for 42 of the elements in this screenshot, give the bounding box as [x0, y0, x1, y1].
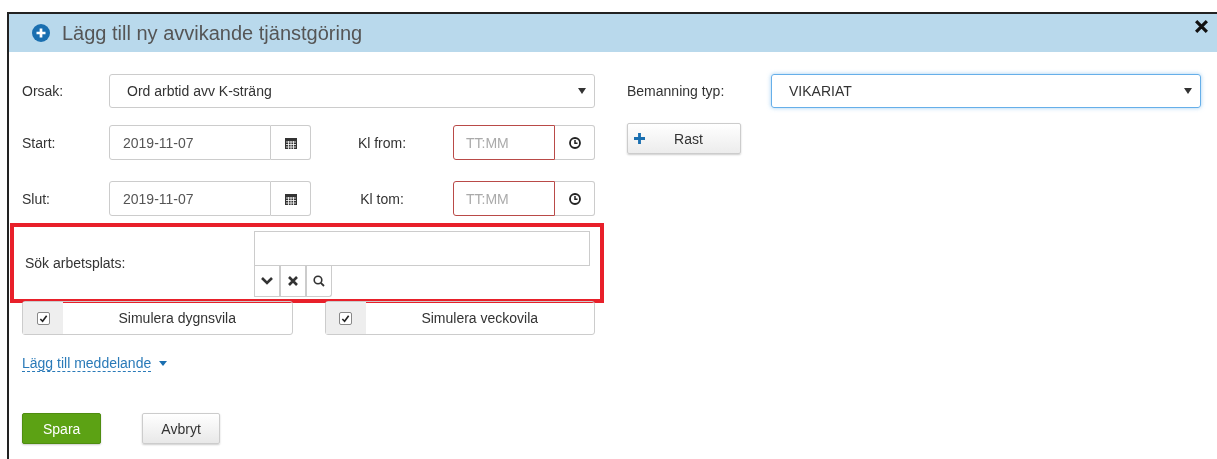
calendar-icon [284, 136, 297, 149]
reason-select[interactable]: Ord arbtid avv K-sträng [109, 73, 595, 108]
field-label: Kl tom: [359, 190, 405, 207]
checkbox[interactable] [339, 311, 352, 325]
close-icon [288, 276, 298, 286]
clock-button[interactable] [555, 181, 595, 216]
add-break-button[interactable]: Rast [627, 123, 741, 154]
date-field[interactable]: 2019-11-07 [109, 125, 271, 160]
plus-icon [634, 133, 645, 144]
time-field[interactable]: TT:MM [453, 181, 555, 216]
cancel-button[interactable]: Avbryt [142, 413, 220, 444]
dropdown-button[interactable] [254, 266, 280, 297]
add-message-link[interactable]: Lägg till meddelande [22, 355, 152, 372]
search-icon [313, 275, 325, 287]
dialog-title: Lägg till ny avvikande tjänstgöring [62, 21, 363, 45]
plus-circle-icon [32, 24, 50, 42]
time-field[interactable]: TT:MM [453, 125, 555, 160]
calendar-button[interactable] [271, 181, 311, 216]
date-field[interactable]: 2019-11-07 [109, 181, 271, 216]
staffing-type-select[interactable]: VIKARIAT [771, 73, 1201, 108]
clock-button[interactable] [555, 125, 595, 160]
calendar-button[interactable] [271, 125, 311, 160]
search-button[interactable] [306, 266, 332, 297]
checkbox[interactable] [36, 311, 50, 325]
chevron-down-icon [261, 277, 273, 285]
calendar-icon [284, 192, 297, 205]
clock-icon [568, 192, 581, 205]
search-field[interactable] [254, 231, 590, 266]
toggle-button[interactable]: Simulera dygnsvila [22, 301, 293, 335]
field-label: Start: [22, 134, 57, 151]
caret-icon [159, 361, 168, 366]
field-label: Sök arbetsplats: [25, 255, 127, 271]
clear-button[interactable] [280, 266, 306, 297]
toggle-button[interactable]: Simulera veckovila [324, 301, 595, 335]
caret-icon [1184, 87, 1192, 94]
field-label: Bemanning typ: [627, 82, 726, 99]
field-label: Orsak: [22, 82, 65, 99]
field-label: Slut: [22, 190, 51, 207]
caret-icon [578, 87, 586, 94]
field-label: Kl from: [356, 134, 408, 151]
close-icon[interactable] [1194, 19, 1209, 34]
clock-icon [568, 136, 581, 149]
